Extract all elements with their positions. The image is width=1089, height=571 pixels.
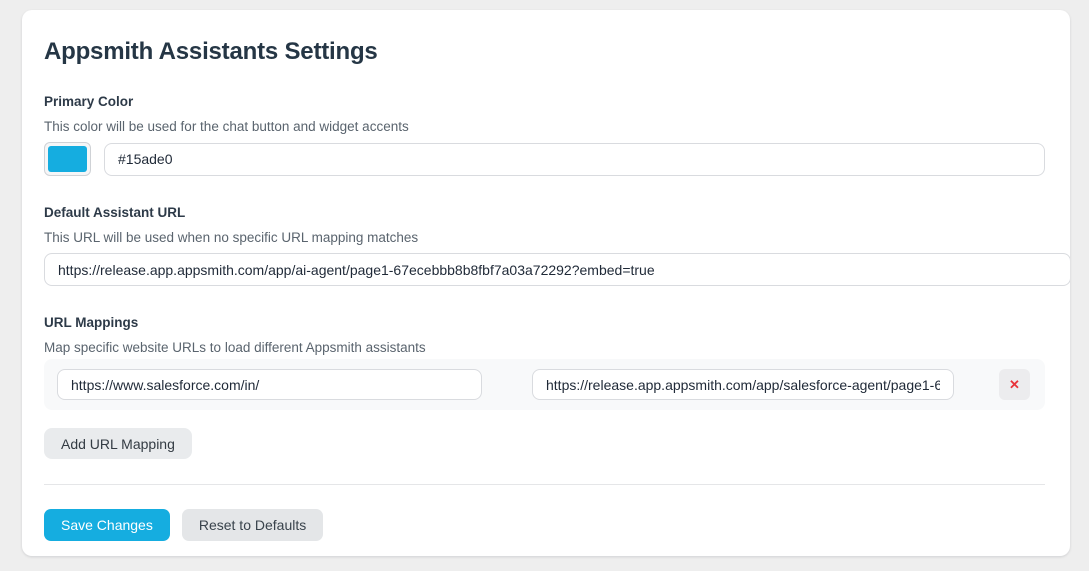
- footer-divider: [44, 484, 1045, 485]
- color-swatch: [48, 146, 87, 172]
- url-mapping-row: ✕: [44, 359, 1045, 410]
- primary-color-help: This color will be used for the chat but…: [44, 119, 1045, 134]
- delete-mapping-button[interactable]: ✕: [999, 369, 1030, 400]
- mapping-assistant-url-input[interactable]: [532, 369, 954, 400]
- settings-card: Appsmith Assistants Settings Primary Col…: [22, 10, 1070, 556]
- default-assistant-url-input[interactable]: [44, 253, 1070, 286]
- default-assistant-url-label: Default Assistant URL: [44, 205, 1045, 220]
- color-picker-button[interactable]: [44, 142, 91, 176]
- mapping-website-url-input[interactable]: [57, 369, 482, 400]
- save-changes-button[interactable]: Save Changes: [44, 509, 170, 541]
- primary-color-input[interactable]: [104, 143, 1045, 176]
- page-background: Appsmith Assistants Settings Primary Col…: [0, 0, 1089, 571]
- url-mappings-section: URL Mappings Map specific website URLs t…: [44, 315, 1045, 459]
- footer-actions: Save Changes Reset to Defaults: [44, 509, 1045, 541]
- primary-color-row: [44, 142, 1045, 176]
- reset-defaults-button[interactable]: Reset to Defaults: [182, 509, 323, 541]
- add-url-mapping-button[interactable]: Add URL Mapping: [44, 428, 192, 459]
- default-assistant-url-help: This URL will be used when no specific U…: [44, 230, 1045, 245]
- delete-x-icon: ✕: [1009, 377, 1020, 392]
- page-title: Appsmith Assistants Settings: [44, 38, 1045, 65]
- primary-color-section: Primary Color This color will be used fo…: [44, 94, 1045, 176]
- url-mappings-help: Map specific website URLs to load differ…: [44, 340, 1045, 355]
- primary-color-label: Primary Color: [44, 94, 1045, 109]
- url-mappings-label: URL Mappings: [44, 315, 1045, 330]
- default-assistant-url-section: Default Assistant URL This URL will be u…: [44, 205, 1045, 286]
